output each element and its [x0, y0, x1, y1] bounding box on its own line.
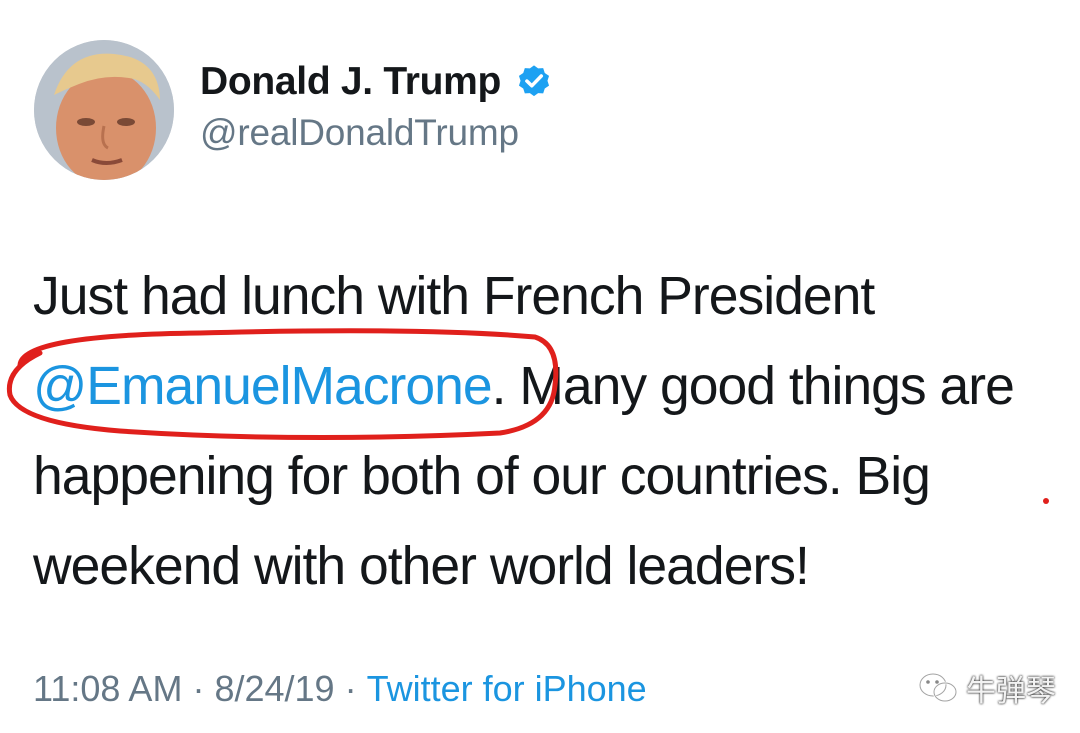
tweet-text: Just had lunch with French President @Em… — [33, 252, 1053, 612]
author-block: Donald J. Trump @realDonaldTrump — [200, 58, 553, 154]
mention-link[interactable]: @EmanuelMacrone — [33, 357, 493, 416]
author-handle[interactable]: @realDonaldTrump — [200, 112, 553, 154]
meta-separator: · — [192, 668, 205, 709]
display-name[interactable]: Donald J. Trump — [200, 60, 501, 104]
tweet-time[interactable]: 11:08 AM — [33, 668, 182, 709]
red-dot-mark — [1043, 498, 1049, 504]
watermark-text: 牛弹琴 — [966, 674, 1056, 709]
name-row: Donald J. Trump — [200, 58, 553, 106]
watermark: 牛弹琴 — [918, 666, 1056, 710]
verified-badge-icon — [515, 63, 553, 101]
meta-separator-2: · — [344, 668, 357, 709]
tweet-text-part1: Just had lunch with French President — [33, 267, 875, 326]
tweet-date[interactable]: 8/24/19 — [214, 668, 334, 709]
wechat-icon — [918, 672, 958, 703]
tweet-meta: 11:08 AM · 8/24/19 · Twitter for iPhone — [33, 668, 647, 710]
tweet-card: Donald J. Trump @realDonaldTrump Just ha… — [0, 0, 1080, 733]
avatar[interactable] — [34, 40, 174, 180]
tweet-header: Donald J. Trump @realDonaldTrump — [30, 40, 730, 185]
tweet-source-link[interactable]: Twitter for iPhone — [367, 668, 647, 709]
